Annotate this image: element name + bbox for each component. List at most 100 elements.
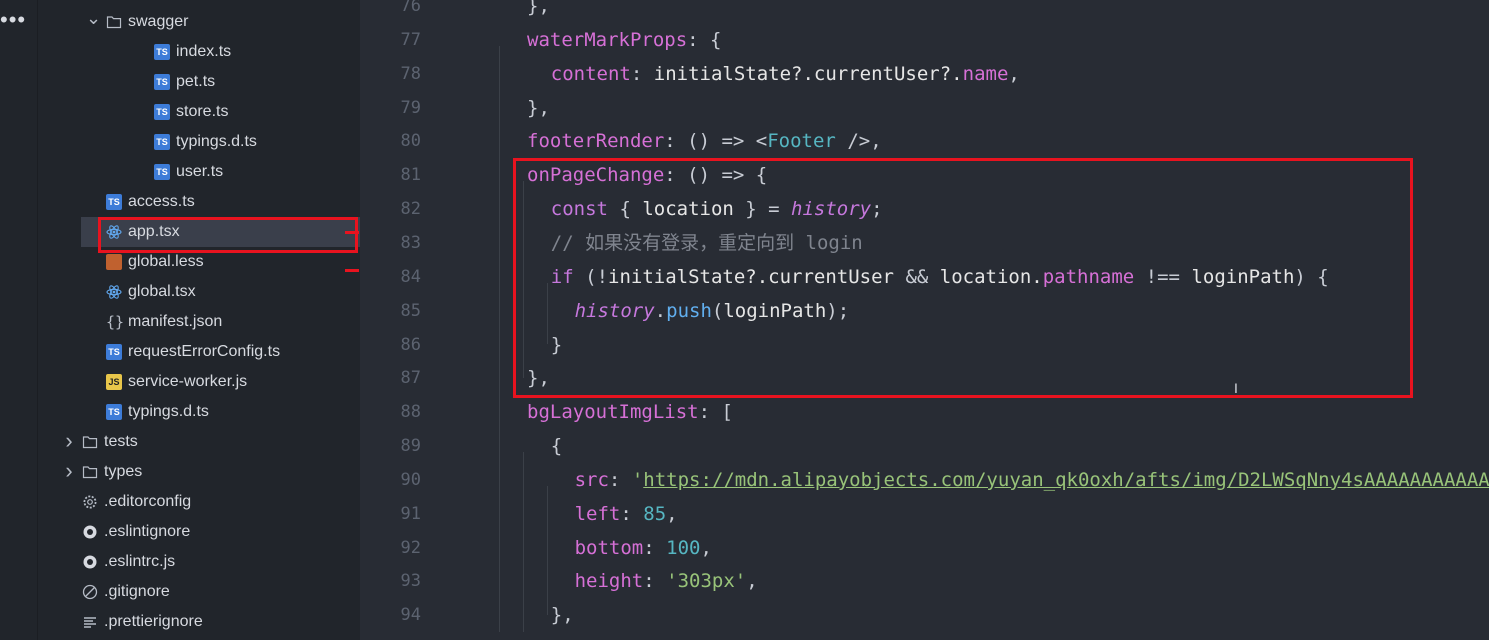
tree-item-label: global.tsx <box>128 283 196 300</box>
code-line[interactable]: bgLayoutImgList: [ <box>527 395 733 429</box>
code-line[interactable]: src: 'https://mdn.alipayobjects.com/yuya… <box>575 463 1489 497</box>
code-token: footerRender <box>527 130 665 153</box>
tree-item-label: access.ts <box>128 193 195 210</box>
code-line[interactable]: { <box>551 429 562 463</box>
code-token: { <box>550 435 563 458</box>
tree-item-label: typings.d.ts <box>128 403 209 420</box>
ts-icon: TS <box>154 134 170 150</box>
code-token: }, <box>550 604 574 627</box>
code-token: : <box>643 570 667 593</box>
eslint-icon <box>82 554 98 570</box>
code-token: : () => < <box>664 130 768 153</box>
code-token: : <box>608 468 632 491</box>
code-token: height <box>574 570 644 593</box>
line-number: 84 <box>400 266 421 287</box>
folder-icon <box>82 434 98 450</box>
code-line[interactable]: }, <box>527 0 550 23</box>
tree-item-service-worker-js[interactable]: JS service-worker.js <box>38 367 360 397</box>
indent-guide <box>546 485 548 616</box>
tree-item-pet-ts[interactable]: TS pet.ts <box>38 67 360 97</box>
tree-item-types[interactable]: › types <box>38 457 360 487</box>
code-token: bgLayoutImgList <box>527 401 699 424</box>
tree-item-label: .prettierignore <box>104 613 203 630</box>
code-line[interactable]: left: 85, <box>575 497 678 531</box>
text-cursor-icon: I <box>1234 380 1238 396</box>
code-token: name <box>962 62 1009 85</box>
chevron-right-icon[interactable]: › <box>62 457 76 487</box>
code-token: : <box>643 536 667 559</box>
tree-item-dot-eslintrc-js[interactable]: .eslintrc.js <box>38 547 360 577</box>
eslint-icon <box>82 524 98 540</box>
indent-guide <box>499 45 500 633</box>
code-token: : [ <box>698 401 733 424</box>
ts-icon: TS <box>154 74 170 90</box>
line-number: 85 <box>400 300 421 321</box>
tree-item-dot-editorconfig[interactable]: .editorconfig <box>38 487 360 517</box>
code-token: : { <box>687 28 722 51</box>
line-number: 92 <box>400 537 421 558</box>
braces-icon: {} <box>106 313 125 331</box>
ts-icon: TS <box>154 164 170 180</box>
tree-item-tests[interactable]: › tests <box>38 427 360 457</box>
tree-item-typings-d-ts[interactable]: TS typings.d.ts <box>38 397 360 427</box>
tree-item-label: .eslintrc.js <box>104 553 176 570</box>
code-token: : <box>630 62 654 85</box>
tree-item-manifest-json[interactable]: {} manifest.json <box>38 307 360 337</box>
code-line[interactable]: footerRender: () => <Footer />, <box>527 124 882 158</box>
tree-item-label: index.ts <box>176 43 232 60</box>
tree-item-dot-prettierignore[interactable]: .prettierignore <box>38 607 360 637</box>
line-number: 94 <box>400 605 421 626</box>
code-token: , <box>746 570 758 593</box>
prettierignore-icon <box>82 614 98 630</box>
tree-item-label: swagger <box>128 13 189 30</box>
tree-item-dot-eslintignore[interactable]: .eslintignore <box>38 517 360 547</box>
ts-icon: TS <box>106 344 122 360</box>
ts-icon: TS <box>154 44 170 60</box>
line-number: 88 <box>400 402 421 423</box>
tree-item-global-tsx[interactable]: global.tsx <box>38 277 360 307</box>
code-token: , <box>666 502 678 525</box>
code-token: Footer <box>767 130 836 153</box>
line-number: 77 <box>400 29 421 50</box>
more-icon[interactable]: ••• <box>0 9 26 31</box>
code-line[interactable]: }, <box>551 598 574 632</box>
chevron-down-icon[interactable]: ⌄ <box>86 7 101 37</box>
code-token: : <box>620 502 644 525</box>
line-number: 89 <box>400 436 421 457</box>
code-token: content <box>550 62 631 85</box>
code-token: />, <box>835 130 882 153</box>
code-line[interactable]: }, <box>527 91 550 125</box>
code-line[interactable]: waterMarkProps: { <box>527 23 721 57</box>
ts-icon: TS <box>106 404 122 420</box>
line-number: 82 <box>400 199 421 220</box>
tree-item-user-ts[interactable]: TS user.ts <box>38 157 360 187</box>
tree-item-typings-d-ts[interactable]: TS typings.d.ts <box>38 127 360 157</box>
code-line[interactable]: height: '303px', <box>575 564 758 598</box>
highlight-box-onpagechange <box>513 158 1413 398</box>
line-number: 91 <box>400 503 421 524</box>
tree-item-label: pet.ts <box>176 73 216 90</box>
tree-item-requesterrorconfig-ts[interactable]: TS requestErrorConfig.ts <box>38 337 360 367</box>
code-token: 85 <box>643 502 667 525</box>
line-number: 78 <box>400 63 421 84</box>
code-token: https://mdn.alipayobjects.com/yuyan_qk0o… <box>643 468 1489 491</box>
code-token: ' <box>631 468 644 491</box>
tree-item-index-ts[interactable]: TS index.ts <box>38 37 360 67</box>
tree-item-store-ts[interactable]: TS store.ts <box>38 97 360 127</box>
code-token: waterMarkProps <box>527 28 688 51</box>
tree-item-label: store.ts <box>176 103 229 120</box>
tree-item-swagger[interactable]: ⌄ swagger <box>38 7 360 37</box>
folder-icon <box>82 464 98 480</box>
code-token: , <box>1008 62 1020 85</box>
code-line[interactable]: content: initialState?.currentUser?.name… <box>551 57 1020 91</box>
chevron-right-icon[interactable]: › <box>62 427 76 457</box>
tree-item-access-ts[interactable]: TS access.ts <box>38 187 360 217</box>
less-icon <box>106 254 122 270</box>
line-number: 81 <box>400 165 421 186</box>
code-line[interactable]: bottom: 100, <box>575 531 712 565</box>
activity-bar: ••• <box>0 0 38 640</box>
code-token: , <box>700 536 712 559</box>
code-token: initialState?.currentUser?. <box>653 62 963 85</box>
code-token: 100 <box>666 536 701 559</box>
tree-item-dot-gitignore[interactable]: .gitignore <box>38 577 360 607</box>
